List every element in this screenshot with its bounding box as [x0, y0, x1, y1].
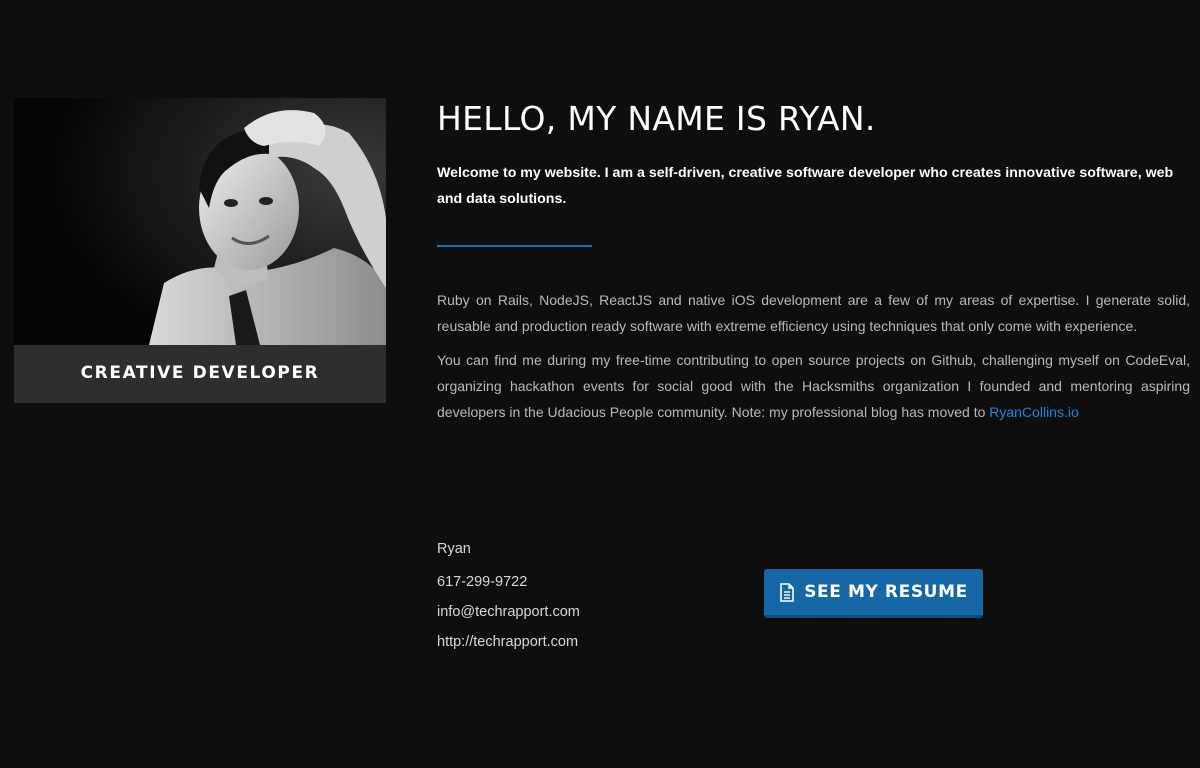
contact-info: Ryan 617-299-9722 info@techrapport.com h… — [437, 537, 580, 660]
page-title: HELLO, MY NAME IS RYAN. — [437, 99, 876, 138]
profile-photo — [14, 98, 386, 345]
contact-website: http://techrapport.com — [437, 634, 579, 650]
expertise-paragraph: Ruby on Rails, NodeJS, ReactJS and nativ… — [437, 292, 1190, 334]
main-content: HELLO, MY NAME IS RYAN. Welcome to my we… — [437, 96, 1190, 425]
resume-button-label: SEE MY RESUME — [804, 582, 968, 602]
accent-divider — [437, 245, 592, 247]
page: CREATIVE DEVELOPER HELLO, MY NAME IS RYA… — [0, 0, 1200, 768]
see-resume-button[interactable]: SEE MY RESUME — [764, 569, 983, 618]
contact-name: Ryan — [437, 541, 471, 557]
intro-text: Welcome to my website. I am a self-drive… — [437, 165, 1174, 207]
blog-link[interactable]: RyanCollins.io — [989, 404, 1078, 420]
contact-email: info@techrapport.com — [437, 604, 580, 620]
free-time-paragraph: You can find me during my free-time cont… — [437, 347, 1190, 425]
profile-caption: CREATIVE DEVELOPER — [80, 363, 320, 383]
profile-card: CREATIVE DEVELOPER — [14, 98, 386, 403]
document-icon — [779, 582, 795, 602]
contact-phone: 617-299-9722 — [437, 574, 528, 590]
